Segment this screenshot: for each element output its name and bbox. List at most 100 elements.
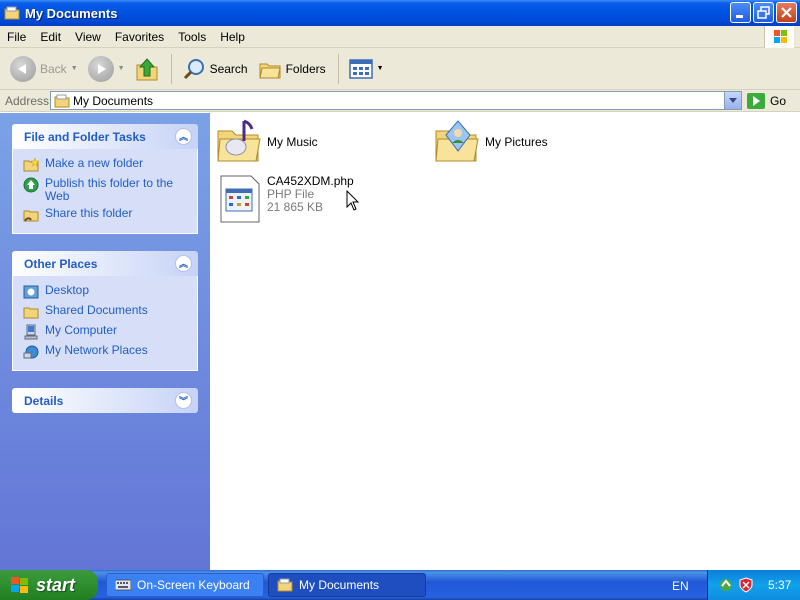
- desktop-icon: [23, 285, 39, 299]
- go-button[interactable]: Go: [747, 92, 786, 109]
- views-button[interactable]: ▼: [345, 52, 388, 86]
- menu-bar: File Edit View Favorites Tools Help: [0, 26, 800, 48]
- file-item-php[interactable]: CA452XDM.php PHP File 21 865 KB: [220, 175, 354, 223]
- file-details: CA452XDM.php PHP File 21 865 KB: [267, 175, 354, 214]
- forward-arrow-icon: [87, 55, 114, 82]
- task-link-label: Publish this folder to the Web: [45, 176, 174, 203]
- share-folder-icon: [23, 210, 39, 222]
- task-pane: File and Folder Tasks ︽ Make a new folde…: [0, 113, 210, 570]
- other-places-header[interactable]: Other Places ︽: [12, 251, 198, 276]
- forward-button[interactable]: ▼: [84, 52, 129, 86]
- folder-icon: [277, 578, 293, 592]
- shared-folder-icon: [23, 307, 39, 319]
- start-button[interactable]: start: [0, 570, 98, 600]
- make-new-folder-link[interactable]: Make a new folder: [23, 157, 197, 173]
- back-label: Back: [40, 61, 67, 76]
- details-section: Details ︾: [12, 388, 198, 413]
- address-input[interactable]: My Documents: [50, 91, 742, 110]
- folder-item-my-pictures[interactable]: My Pictures: [434, 117, 548, 165]
- windows-flag-icon: [11, 577, 28, 593]
- my-network-places-link[interactable]: My Network Places: [23, 344, 197, 360]
- task-link-label: Make a new folder: [45, 156, 144, 170]
- folders-button[interactable]: Folders: [254, 52, 330, 86]
- task-link-label: Shared Documents: [45, 303, 148, 317]
- task-link-label: Share this folder: [45, 206, 133, 220]
- views-icon: [348, 58, 373, 79]
- address-dropdown-button[interactable]: [724, 92, 741, 109]
- details-header[interactable]: Details ︾: [12, 388, 198, 413]
- toolbar-divider: [170, 53, 172, 84]
- file-folder-tasks-header[interactable]: File and Folder Tasks ︽: [12, 124, 198, 149]
- file-list-view[interactable]: My Music My Pictures CA452XDM.php PHP Fi…: [210, 113, 800, 570]
- menu-help[interactable]: Help: [213, 30, 252, 44]
- folders-label: Folders: [285, 61, 326, 76]
- menu-view[interactable]: View: [68, 30, 108, 44]
- maximize-button[interactable]: [753, 2, 774, 23]
- item-name: My Pictures: [485, 135, 548, 149]
- other-places-section: Other Places ︽ Desktop Shared Documents …: [12, 251, 198, 371]
- pictures-folder-icon: [435, 120, 479, 162]
- taskbar-button-my-documents[interactable]: My Documents: [268, 573, 426, 597]
- language-indicator[interactable]: EN: [672, 579, 689, 593]
- section-title: Details: [24, 393, 64, 408]
- desktop-link[interactable]: Desktop: [23, 284, 197, 300]
- toolbar: Back ▼ ▼ Search Folders ▼: [0, 48, 800, 90]
- taskbar: start On-Screen Keyboard My Documents EN…: [0, 570, 800, 600]
- section-title: Other Places: [24, 256, 98, 271]
- share-folder-link[interactable]: Share this folder: [23, 207, 197, 223]
- system-tray: 5:37: [707, 570, 800, 600]
- collapse-icon[interactable]: ︽: [175, 128, 192, 145]
- minimize-icon: [736, 15, 743, 18]
- back-arrow-icon: [10, 55, 36, 82]
- taskbar-button-on-screen-keyboard[interactable]: On-Screen Keyboard: [106, 573, 264, 597]
- minimize-button[interactable]: [730, 2, 751, 23]
- expand-icon[interactable]: ︾: [175, 392, 192, 409]
- globe-icon: [23, 177, 39, 193]
- search-button[interactable]: Search: [178, 52, 252, 86]
- item-size: 21 865 KB: [267, 200, 324, 214]
- php-file-icon: [220, 175, 260, 223]
- chevron-down-icon[interactable]: ▼: [118, 65, 125, 72]
- windows-logo-icon: [764, 26, 794, 48]
- toolbar-divider: [337, 53, 339, 84]
- collapse-icon[interactable]: ︽: [175, 255, 192, 272]
- menu-edit[interactable]: Edit: [33, 30, 68, 44]
- publish-folder-link[interactable]: Publish this folder to the Web: [23, 177, 197, 203]
- menu-file[interactable]: File: [0, 30, 33, 44]
- folder-item-my-music[interactable]: My Music: [216, 117, 318, 165]
- window-title: My Documents: [25, 5, 118, 21]
- mouse-cursor-icon: [346, 190, 360, 211]
- up-folder-button[interactable]: [131, 52, 163, 86]
- menu-tools[interactable]: Tools: [171, 30, 213, 44]
- chevron-down-icon[interactable]: ▼: [377, 65, 384, 72]
- security-shield-icon[interactable]: [738, 577, 754, 593]
- item-name: My Music: [267, 135, 318, 149]
- search-icon: [183, 58, 204, 79]
- address-bar: Address My Documents Go: [0, 90, 800, 112]
- up-folder-icon: [136, 57, 158, 80]
- clock[interactable]: 5:37: [768, 578, 791, 592]
- back-button[interactable]: Back ▼: [6, 52, 82, 86]
- taskbar-button-label: On-Screen Keyboard: [137, 578, 250, 592]
- address-label: Address: [5, 93, 50, 108]
- chevron-down-icon[interactable]: ▼: [71, 65, 78, 72]
- task-link-label: My Network Places: [45, 343, 148, 357]
- folder-icon: [54, 94, 70, 107]
- network-status-icon[interactable]: [718, 577, 734, 593]
- new-folder-icon: [23, 157, 39, 172]
- go-arrow-icon: [747, 92, 765, 109]
- music-folder-icon: [217, 119, 261, 162]
- task-link-label: My Computer: [45, 323, 118, 337]
- restore-icon: [757, 6, 770, 19]
- start-label: start: [36, 574, 76, 595]
- computer-icon: [24, 324, 38, 340]
- taskbar-button-label: My Documents: [299, 578, 380, 592]
- search-label: Search: [209, 61, 248, 76]
- close-button[interactable]: [776, 2, 797, 23]
- address-value: My Documents: [73, 93, 154, 108]
- title-bar[interactable]: My Documents: [0, 0, 800, 26]
- shared-documents-link[interactable]: Shared Documents: [23, 304, 197, 320]
- folder-icon: [4, 6, 20, 20]
- menu-favorites[interactable]: Favorites: [108, 30, 171, 44]
- my-computer-link[interactable]: My Computer: [23, 324, 197, 340]
